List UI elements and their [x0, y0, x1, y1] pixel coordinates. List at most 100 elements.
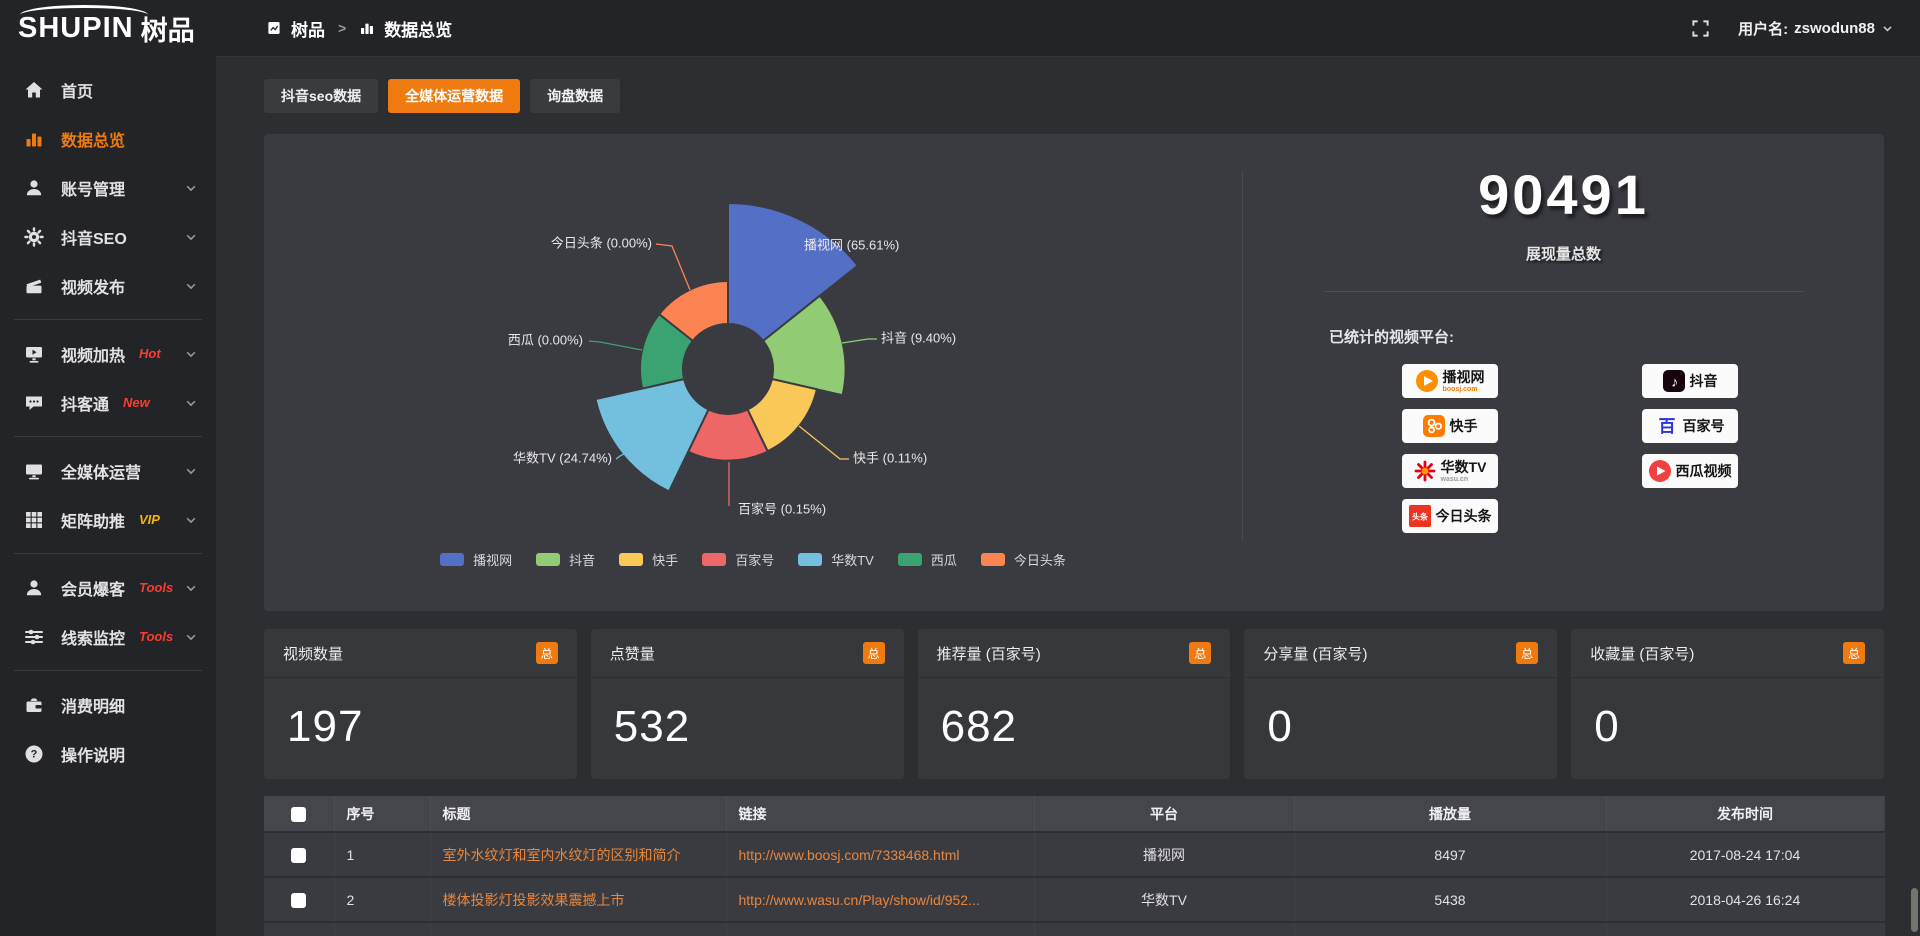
sidebar-divider	[14, 436, 202, 437]
platform-badge: ♪抖音	[1642, 364, 1738, 398]
sidebar-item-tag: Hot	[139, 346, 161, 361]
sidebar-item-6[interactable]: 视频加热 Hot	[0, 329, 216, 378]
scrollbar-thumb[interactable]	[1911, 888, 1918, 932]
cell-title[interactable]: 室外水纹灯和室内水纹灯的区别和简介	[430, 832, 726, 877]
question-icon: ?	[24, 744, 44, 764]
chevron-down-icon	[184, 513, 198, 527]
sidebar-item-12[interactable]: 会员爆客Tools	[0, 563, 216, 612]
sidebar-item-7[interactable]: 抖客通New	[0, 378, 216, 427]
wallet-icon	[24, 695, 44, 715]
legend-label: 百家号	[735, 550, 774, 569]
total-badge[interactable]: 总	[1516, 642, 1538, 664]
stat-card-3: 分享量 (百家号)总0	[1244, 629, 1557, 779]
total-badge[interactable]: 总	[1189, 642, 1211, 664]
sidebar-item-tag: New	[123, 395, 150, 410]
douyin-icon: ♪	[1663, 370, 1685, 392]
cell-link[interactable]: http://www.boosj.com/7338468.html	[726, 832, 1034, 877]
main-area: 树品 > 数据总览 用户名: zswodun88 抖音seo数据全媒体运营数据询…	[216, 0, 1920, 936]
platform-badges-left: 播视网boosj.com快手华数TVwasu.cn头条今日头条	[1402, 364, 1498, 533]
cell-seq: 1	[334, 832, 430, 877]
row-checkbox[interactable]	[291, 848, 306, 863]
platform-badge: 百百家号	[1642, 409, 1738, 443]
sidebar-item-4[interactable]: 视频发布	[0, 261, 216, 310]
sidebar-item-9[interactable]: 全媒体运营	[0, 446, 216, 495]
platform-subtext: boosj.com	[1443, 386, 1485, 393]
sidebar-item-label: 数据总览	[61, 127, 125, 151]
sidebar-item-16[interactable]: ? 操作说明	[0, 729, 216, 778]
summary-panel: 90491 展现量总数 已统计的视频平台: 播视网boosj.com快手华数TV…	[1243, 134, 1884, 611]
cell-title[interactable]	[430, 922, 726, 936]
cell-seq: 2	[334, 877, 430, 922]
row-checkbox[interactable]	[291, 893, 306, 908]
cell-title[interactable]: 楼体投影灯投影效果震撼上市	[430, 877, 726, 922]
sidebar-item-2[interactable]: 账号管理	[0, 163, 216, 212]
sidebar-item-label: 视频发布	[61, 274, 125, 298]
select-all-checkbox[interactable]	[291, 807, 306, 822]
doc-icon	[266, 20, 282, 36]
topbar-right: 用户名: zswodun88	[1691, 18, 1894, 39]
pie-slice-4[interactable]	[596, 379, 709, 491]
cell-link[interactable]: http://www.wasu.cn/Play/show/id/952...	[726, 877, 1034, 922]
chevron-down-icon	[184, 464, 198, 478]
overview-panel: 播视网 (65.61%)抖音 (9.40%)快手 (0.11%)百家号 (0.1…	[264, 134, 1884, 611]
svg-text:头条: 头条	[1412, 511, 1429, 521]
legend-item[interactable]: 百家号	[702, 550, 774, 569]
tab-0[interactable]: 抖音seo数据	[264, 79, 378, 113]
stat-card-2: 推荐量 (百家号)总682	[918, 629, 1231, 779]
svg-text:?: ?	[31, 748, 38, 760]
total-badge[interactable]: 总	[536, 642, 558, 664]
legend-item[interactable]: 华数TV	[798, 550, 874, 569]
total-badge[interactable]: 总	[863, 642, 885, 664]
sidebar-item-1[interactable]: 数据总览	[0, 114, 216, 163]
sidebar-item-label: 操作说明	[61, 742, 125, 766]
breadcrumb-home[interactable]: 树品	[291, 16, 325, 41]
sidebar-item-label: 首页	[61, 78, 93, 102]
platform-name: 华数TV	[1441, 460, 1487, 474]
column-header: 标题	[430, 796, 726, 832]
chevron-down-icon	[184, 630, 198, 644]
sidebar-item-label: 视频加热	[61, 342, 125, 366]
tab-2[interactable]: 询盘数据	[530, 79, 620, 113]
username-value: zswodun88	[1794, 20, 1875, 37]
pie-label-line	[589, 341, 642, 350]
sidebar-item-13[interactable]: 线索监控Tools	[0, 612, 216, 661]
platform-name: 播视网	[1443, 370, 1485, 384]
member-icon	[24, 578, 44, 598]
cell-link[interactable]	[726, 922, 1034, 936]
platforms-label: 已统计的视频平台:	[1329, 326, 1884, 347]
stat-card-value: 197	[264, 678, 577, 752]
stat-card-label: 点赞量	[610, 643, 655, 664]
sidebar-item-3[interactable]: 抖音SEO	[0, 212, 216, 261]
platform-name: 百家号	[1683, 419, 1725, 433]
stat-card-value: 0	[1244, 678, 1557, 752]
chevron-down-icon	[184, 230, 198, 244]
legend-item[interactable]: 西瓜	[898, 550, 957, 569]
sidebar-item-15[interactable]: 消费明细	[0, 680, 216, 729]
tab-1[interactable]: 全媒体运营数据	[388, 79, 520, 113]
legend-item[interactable]: 播视网	[440, 550, 512, 569]
legend-item[interactable]: 今日头条	[981, 550, 1066, 569]
bar-chart-icon	[359, 20, 375, 36]
legend-chip	[619, 553, 643, 566]
clapper-icon	[24, 276, 44, 296]
total-badge[interactable]: 总	[1843, 642, 1865, 664]
legend-label: 今日头条	[1014, 550, 1066, 569]
column-header: 发布时间	[1606, 796, 1884, 832]
sidebar-item-0[interactable]: 首页	[0, 65, 216, 114]
fullscreen-icon[interactable]	[1691, 19, 1710, 38]
legend-chip	[798, 553, 822, 566]
chat-icon	[24, 393, 44, 413]
sidebar-item-label: 线索监控	[61, 625, 125, 649]
platform-badge: 播视网 boosj.com	[1402, 364, 1498, 398]
cell-plays: 8497	[1294, 832, 1606, 877]
monitor-icon	[24, 461, 44, 481]
sidebar-item-10[interactable]: 矩阵助推VIP	[0, 495, 216, 544]
breadcrumb-page: 数据总览	[384, 16, 452, 41]
sidebar-divider	[14, 319, 202, 320]
baijiahao-icon: 百	[1656, 415, 1678, 437]
legend-item[interactable]: 快手	[619, 550, 678, 569]
platform-name: 快手	[1450, 419, 1478, 433]
user-menu[interactable]: 用户名: zswodun88	[1738, 18, 1894, 39]
grid-icon	[24, 510, 44, 530]
legend-item[interactable]: 抖音	[536, 550, 595, 569]
